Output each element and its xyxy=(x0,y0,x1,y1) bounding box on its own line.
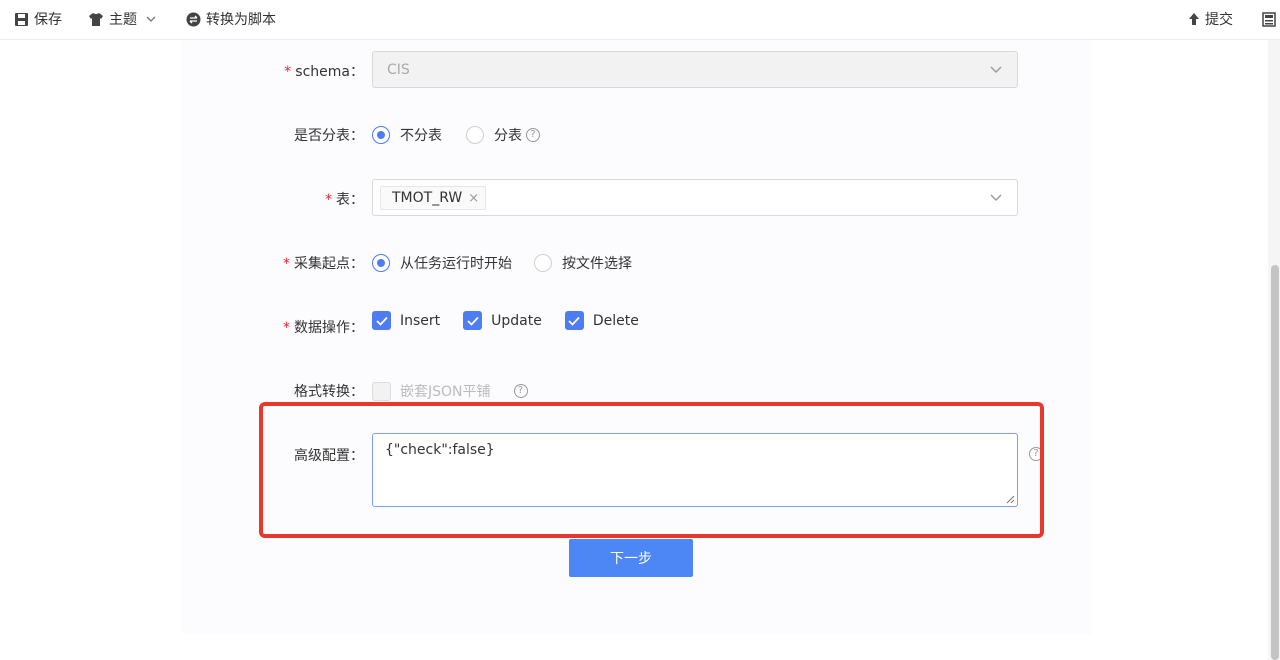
checkbox-json-flatten[interactable]: 嵌套JSON平铺 ? xyxy=(372,381,528,401)
shirt-icon xyxy=(89,12,103,26)
convert-to-script-button[interactable]: 转换为脚本 xyxy=(186,9,276,29)
check-icon xyxy=(568,316,581,326)
table-tag-label: TMOT_RW xyxy=(392,190,463,206)
radio-from-task-run[interactable]: 从任务运行时开始 xyxy=(372,253,512,273)
checkbox-box[interactable] xyxy=(372,381,391,401)
checkbox-insert[interactable]: Insert xyxy=(372,311,440,330)
check-icon xyxy=(467,316,479,326)
help-icon[interactable]: ? xyxy=(513,384,528,398)
checkbox-delete[interactable]: Delete xyxy=(564,311,639,330)
theme-dropdown[interactable]: 主题 xyxy=(88,9,156,29)
checkbox-box[interactable] xyxy=(372,311,391,330)
radio-circle[interactable] xyxy=(466,126,484,144)
sharding-radio-group: 不分表 分表 ? xyxy=(372,125,562,145)
data-ops-checkbox-group: Insert Update Delete xyxy=(372,311,662,330)
top-toolbar: 保存 主题 转换为脚本 提交 xyxy=(0,0,1280,40)
radio-sharding[interactable]: 分表 ? xyxy=(466,125,540,145)
submit-label: 提交 xyxy=(1205,12,1233,28)
submit-button[interactable]: 提交 xyxy=(1188,9,1233,29)
schema-select[interactable]: CIS xyxy=(372,51,1018,88)
data-ops-label: * 数据操作： xyxy=(283,320,364,336)
save-icon xyxy=(15,12,28,26)
convert-icon xyxy=(186,12,201,26)
chevron-down-icon xyxy=(146,16,156,22)
scrollbar-thumb[interactable] xyxy=(1271,265,1279,660)
advanced-label: 高级配置： xyxy=(294,448,364,464)
advanced-config-textarea[interactable]: {"check":false} xyxy=(372,433,1018,507)
checkbox-box[interactable] xyxy=(564,311,584,330)
panel-icon xyxy=(1262,11,1276,27)
save-button[interactable]: 保存 xyxy=(14,9,62,29)
tag-close-icon[interactable]: × xyxy=(468,191,479,206)
resize-handle-icon[interactable] xyxy=(1005,494,1015,504)
chevron-down-icon xyxy=(990,194,1002,201)
start-point-radio-group: 从任务运行时开始 按文件选择 xyxy=(372,253,654,273)
schema-value: CIS xyxy=(387,62,410,78)
help-icon[interactable]: ? xyxy=(1029,447,1043,461)
next-step-button[interactable]: 下一步 xyxy=(569,539,693,577)
format-label: 格式转换： xyxy=(294,384,364,400)
radio-no-sharding[interactable]: 不分表 xyxy=(372,125,442,145)
table-select[interactable]: TMOT_RW × xyxy=(372,179,1018,216)
arrow-up-icon xyxy=(1189,13,1199,25)
panel-toggle-button[interactable] xyxy=(1262,9,1276,29)
help-icon[interactable]: ? xyxy=(526,128,540,142)
chevron-down-icon xyxy=(990,66,1002,73)
schema-label: * schema： xyxy=(284,64,364,80)
checkbox-box[interactable] xyxy=(463,311,483,330)
check-icon xyxy=(375,316,388,326)
radio-by-file[interactable]: 按文件选择 xyxy=(534,253,632,273)
theme-label: 主题 xyxy=(109,12,137,28)
radio-circle[interactable] xyxy=(372,254,390,272)
table-tag: TMOT_RW × xyxy=(380,186,487,210)
convert-label: 转换为脚本 xyxy=(206,12,276,28)
table-label: * 表： xyxy=(325,192,364,208)
radio-circle[interactable] xyxy=(534,254,552,272)
sharding-label: 是否分表： xyxy=(294,128,364,144)
start-point-label: * 采集起点： xyxy=(283,256,364,272)
format-checkbox-group: 嵌套JSON平铺 ? xyxy=(372,381,551,401)
checkbox-update[interactable]: Update xyxy=(463,311,542,330)
save-label: 保存 xyxy=(34,12,62,28)
radio-circle[interactable] xyxy=(372,126,390,144)
